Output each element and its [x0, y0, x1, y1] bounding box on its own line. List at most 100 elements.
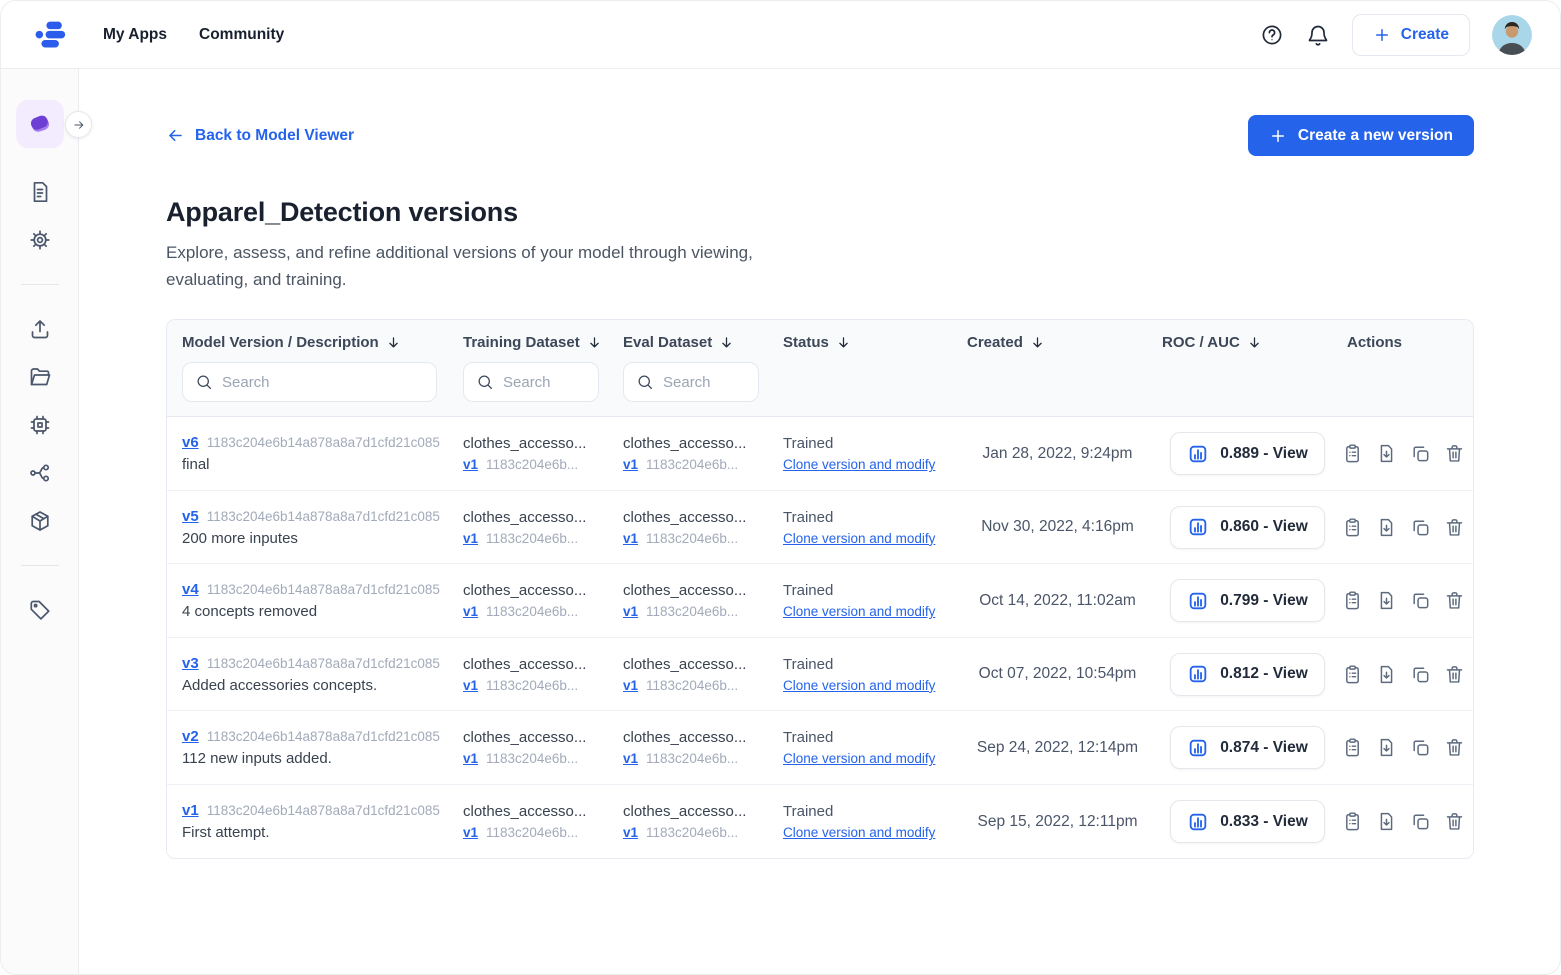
roc-view-button[interactable]: 0.799 - View — [1170, 579, 1325, 622]
model-version-link[interactable]: v2 — [182, 728, 199, 745]
eval-dataset-name: clothes_accesso... — [623, 803, 769, 820]
roc-view-button[interactable]: 0.812 - View — [1170, 653, 1325, 696]
column-header-eval-dataset[interactable]: Eval Dataset — [623, 334, 734, 351]
actions-cell — [1347, 811, 1473, 832]
upload-icon[interactable] — [28, 317, 52, 341]
trash-icon[interactable] — [1444, 737, 1465, 758]
app-window: My Apps Community Create Back to Mod — [0, 0, 1561, 975]
help-icon[interactable] — [1260, 23, 1284, 47]
nav-my-apps[interactable]: My Apps — [103, 26, 167, 44]
file-download-icon[interactable] — [1376, 737, 1397, 758]
clipboard-list-icon[interactable] — [1342, 811, 1363, 832]
file-download-icon[interactable] — [1376, 443, 1397, 464]
column-header-training-dataset[interactable]: Training Dataset — [463, 334, 602, 351]
document-icon[interactable] — [28, 180, 52, 204]
back-to-model-viewer-link[interactable]: Back to Model Viewer — [166, 126, 354, 145]
trash-icon[interactable] — [1444, 590, 1465, 611]
copy-icon[interactable] — [1410, 517, 1431, 538]
model-version-search-input[interactable] — [222, 374, 424, 391]
roc-view-button[interactable]: 0.889 - View — [1170, 432, 1325, 475]
training-dataset-version-link[interactable]: v1 — [463, 751, 478, 766]
chip-icon[interactable] — [28, 413, 52, 437]
user-avatar[interactable] — [1492, 15, 1532, 55]
training-dataset-version-link[interactable]: v1 — [463, 678, 478, 693]
copy-icon[interactable] — [1410, 664, 1431, 685]
create-button[interactable]: Create — [1352, 14, 1470, 56]
column-header-roc-auc[interactable]: ROC / AUC — [1162, 334, 1262, 351]
eval-dataset-version-link[interactable]: v1 — [623, 751, 638, 766]
app-tile[interactable] — [16, 100, 64, 148]
model-version-link[interactable]: v1 — [182, 802, 199, 819]
model-version-link[interactable]: v3 — [182, 655, 199, 672]
clipboard-list-icon[interactable] — [1342, 737, 1363, 758]
model-version-link[interactable]: v6 — [182, 434, 199, 451]
eval-dataset-hash: 1183c204e6b... — [646, 457, 738, 472]
sort-icon[interactable] — [1247, 335, 1262, 350]
copy-icon[interactable] — [1410, 737, 1431, 758]
sort-icon[interactable] — [386, 335, 401, 350]
clarifai-logo-icon[interactable] — [29, 13, 73, 57]
file-download-icon[interactable] — [1376, 811, 1397, 832]
column-header-model-version[interactable]: Model Version / Description — [182, 334, 401, 351]
bell-icon[interactable] — [1306, 23, 1330, 47]
clipboard-list-icon[interactable] — [1342, 517, 1363, 538]
clone-version-link[interactable]: Clone version and modify — [783, 457, 935, 472]
model-version-link[interactable]: v4 — [182, 581, 199, 598]
model-version-link[interactable]: v5 — [182, 508, 199, 525]
eval-dataset-version-link[interactable]: v1 — [623, 825, 638, 840]
copy-icon[interactable] — [1410, 811, 1431, 832]
workflow-icon[interactable] — [28, 461, 52, 485]
status-cell: Trained Clone version and modify — [783, 435, 967, 472]
column-header-status[interactable]: Status — [783, 334, 851, 351]
model-version-description: First attempt. — [182, 824, 449, 841]
clipboard-list-icon[interactable] — [1342, 590, 1363, 611]
roc-view-button[interactable]: 0.860 - View — [1170, 506, 1325, 549]
training-dataset-version-link[interactable]: v1 — [463, 825, 478, 840]
folder-icon[interactable] — [28, 365, 52, 389]
topnav-right-cluster: Create — [1260, 14, 1532, 56]
trash-icon[interactable] — [1444, 517, 1465, 538]
sidebar-expand-button[interactable] — [65, 111, 92, 138]
eval-dataset-version-link[interactable]: v1 — [623, 531, 638, 546]
clone-version-link[interactable]: Clone version and modify — [783, 678, 935, 693]
eval-dataset-version-link[interactable]: v1 — [623, 457, 638, 472]
clipboard-list-icon[interactable] — [1342, 664, 1363, 685]
eval-dataset-version-link[interactable]: v1 — [623, 678, 638, 693]
copy-icon[interactable] — [1410, 443, 1431, 464]
sort-icon[interactable] — [1030, 335, 1045, 350]
sort-icon[interactable] — [587, 335, 602, 350]
roc-view-button[interactable]: 0.833 - View — [1170, 800, 1325, 843]
create-new-version-button[interactable]: Create a new version — [1248, 115, 1474, 156]
gear-icon[interactable] — [28, 228, 52, 252]
file-download-icon[interactable] — [1376, 664, 1397, 685]
table-row: v2 1183c204e6b14a878a8a7d1cfd21c085 112 … — [167, 711, 1473, 785]
roc-auc-cell: 0.812 - View — [1162, 653, 1347, 696]
tag-icon[interactable] — [28, 598, 52, 622]
trash-icon[interactable] — [1444, 811, 1465, 832]
clone-version-link[interactable]: Clone version and modify — [783, 825, 935, 840]
trash-icon[interactable] — [1444, 443, 1465, 464]
bar-chart-icon — [1187, 516, 1209, 538]
training-dataset-version-link[interactable]: v1 — [463, 457, 478, 472]
file-download-icon[interactable] — [1376, 590, 1397, 611]
trash-icon[interactable] — [1444, 664, 1465, 685]
column-header-created[interactable]: Created — [967, 334, 1045, 351]
training-dataset-search-input[interactable] — [503, 374, 586, 391]
clone-version-link[interactable]: Clone version and modify — [783, 751, 935, 766]
training-dataset-version-link[interactable]: v1 — [463, 604, 478, 619]
eval-dataset-search-input[interactable] — [663, 374, 746, 391]
sort-icon[interactable] — [836, 335, 851, 350]
cube-icon[interactable] — [28, 509, 52, 533]
status-cell: Trained Clone version and modify — [783, 582, 967, 619]
eval-dataset-version-link[interactable]: v1 — [623, 604, 638, 619]
roc-view-button[interactable]: 0.874 - View — [1170, 726, 1325, 769]
eval-dataset-hash: 1183c204e6b... — [646, 751, 738, 766]
training-dataset-version-link[interactable]: v1 — [463, 531, 478, 546]
sort-icon[interactable] — [719, 335, 734, 350]
copy-icon[interactable] — [1410, 590, 1431, 611]
file-download-icon[interactable] — [1376, 517, 1397, 538]
nav-community[interactable]: Community — [199, 26, 284, 44]
clone-version-link[interactable]: Clone version and modify — [783, 531, 935, 546]
clone-version-link[interactable]: Clone version and modify — [783, 604, 935, 619]
clipboard-list-icon[interactable] — [1342, 443, 1363, 464]
